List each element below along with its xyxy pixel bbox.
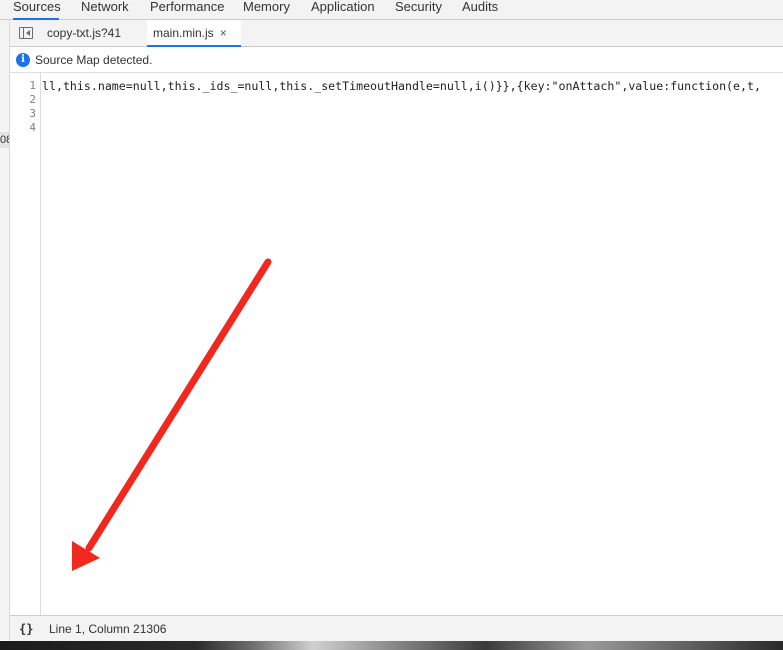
- info-icon: i: [16, 53, 30, 67]
- line-number[interactable]: 3: [10, 107, 36, 121]
- background-photo-strip: [0, 641, 783, 650]
- code-editor[interactable]: 1 2 3 4 ll,this.name=null,this._ids_=nul…: [10, 73, 783, 615]
- line-number[interactable]: 4: [10, 121, 36, 135]
- tab-audits[interactable]: Audits: [462, 0, 498, 20]
- file-tab-label: main.min.js: [153, 26, 214, 40]
- source-map-infobar: i Source Map detected.: [10, 47, 783, 73]
- file-tab-main-min[interactable]: main.min.js ×: [147, 20, 241, 47]
- tab-security[interactable]: Security: [395, 0, 442, 20]
- navigator-line-marker: 08: [0, 132, 9, 148]
- line-number[interactable]: 2: [10, 93, 36, 107]
- tab-network[interactable]: Network: [81, 0, 129, 20]
- close-icon[interactable]: ×: [220, 26, 227, 40]
- tab-memory[interactable]: Memory: [243, 0, 290, 20]
- infobar-message: Source Map detected.: [35, 53, 153, 67]
- editor-statusbar: {} Line 1, Column 21306: [10, 615, 783, 641]
- devtools-main-tabbar: Sources Network Performance Memory Appli…: [0, 0, 783, 20]
- file-tab-copy-txt[interactable]: copy-txt.js?41: [41, 20, 127, 47]
- code-line-1[interactable]: ll,this.name=null,this._ids_=null,this._…: [42, 79, 783, 93]
- navigator-panel-edge: 08: [0, 20, 10, 640]
- tab-application[interactable]: Application: [311, 0, 375, 20]
- cursor-position: Line 1, Column 21306: [49, 622, 167, 636]
- editor-file-tabbar: copy-txt.js?41 main.min.js ×: [10, 20, 783, 47]
- line-number-gutter: 1 2 3 4: [10, 73, 41, 615]
- pretty-print-button[interactable]: {}: [19, 616, 33, 642]
- line-number[interactable]: 1: [10, 79, 36, 93]
- tab-sources[interactable]: Sources: [13, 0, 61, 20]
- tab-performance[interactable]: Performance: [150, 0, 224, 20]
- toggle-navigator-icon[interactable]: [19, 27, 33, 39]
